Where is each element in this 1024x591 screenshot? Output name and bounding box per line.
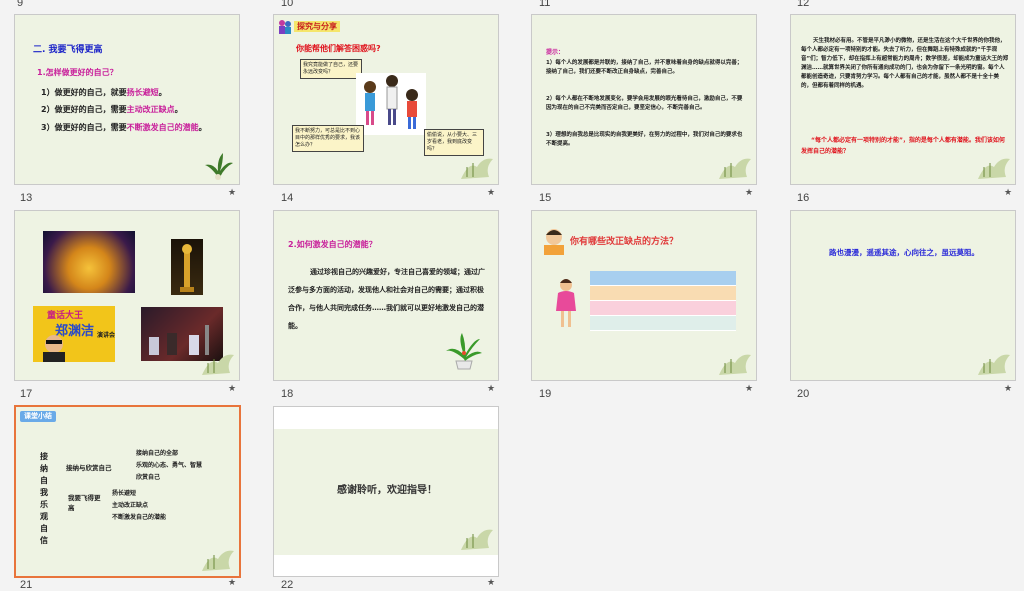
decoration-icon xyxy=(719,158,751,179)
slide-thumbnail-18[interactable]: 感谢聆听，欢迎指导！ xyxy=(273,406,499,577)
slide-star-icon: ★ xyxy=(487,384,496,394)
decoration-icon xyxy=(202,354,234,375)
slide-thumbnail-15[interactable]: 你有哪些改正缺点的方法？ xyxy=(531,210,757,381)
slide-title: 你有哪些改正缺点的方法？ xyxy=(570,237,679,247)
section-badge: 探究与分享 xyxy=(294,21,340,32)
answer-row xyxy=(590,316,736,331)
decoration-icon xyxy=(719,354,751,375)
summary-branch: 接纳与欣赏自己 xyxy=(66,464,112,472)
summary-vertical-title: 接纳自我乐观自信 xyxy=(40,452,48,545)
speech-bubble: 偷偷说，从小要大、三岁看老，我到底改变吗？ xyxy=(424,129,484,156)
slide-star-icon: ★ xyxy=(1004,188,1013,198)
speech-bubble: 我不断努力，可总是比不到心目中的那样优秀的要求，我该怎么办？ xyxy=(292,125,364,152)
cartoon-students xyxy=(356,73,426,135)
slide-star-icon: ★ xyxy=(228,578,237,588)
summary-items: 接纳自己的全部 乐观的心态、勇气、智慧 欣赏自己 xyxy=(136,450,203,481)
section-badge: 课堂小结 xyxy=(20,411,56,422)
photo-trophy xyxy=(171,239,203,295)
slide-star-icon: ★ xyxy=(1004,384,1013,394)
summary-items: 扬长避短 主动改正缺点 不断激发自己的潜能 xyxy=(112,490,167,521)
slide-star-icon: ★ xyxy=(487,188,496,198)
slide-star-icon: ★ xyxy=(228,384,237,394)
thank-you-text: 感谢聆听，欢迎指导！ xyxy=(337,485,437,496)
tip-label: 提示： xyxy=(546,49,565,56)
slide-star-icon: ★ xyxy=(228,188,237,198)
slide-paragraph: 1）每个人的发展都是并联的，接纳了自己，并不意味着自身的缺点就得以完善；接纳了自… xyxy=(546,60,743,75)
slide-thumbnail-13[interactable]: 童话大王 郑渊洁 演讲会 xyxy=(14,210,240,381)
slide-paragraph: 3）理想的自我总是比现实的自我更美好，在努力的过程中，我们对自己的要求也不断提高… xyxy=(546,132,743,147)
slide-line: 2）做更好的自己，需要主动改正缺点。 xyxy=(41,105,183,114)
answer-row xyxy=(590,286,736,301)
slide-number: 18 xyxy=(281,388,294,400)
summary-branch: 我要飞得更高 xyxy=(68,494,101,512)
slide-thumbnail-17[interactable]: 课堂小结 接纳自我乐观自信 接纳与欣赏自己 接纳自己的全部 乐观的心态、勇气、智慧… xyxy=(14,405,241,578)
slide-question: 你能帮他们解答困惑吗? xyxy=(296,44,381,53)
slide-number: 22 xyxy=(281,579,294,591)
slide-number: 16 xyxy=(797,192,810,204)
slide-star-icon: ★ xyxy=(745,188,754,198)
speech-bubble: 我究竟能做了自己，还要永远改变吗？ xyxy=(300,59,362,79)
slide-title: 二. 我要飞得更高 xyxy=(33,45,103,55)
photo-thousand-hand-dance xyxy=(43,231,135,293)
slide-line: 1）做更好的自己，就要扬长避短。 xyxy=(41,88,167,97)
slide-number: 12 xyxy=(797,0,810,9)
plant-icon xyxy=(205,153,233,180)
slide-number: 19 xyxy=(539,388,552,400)
decoration-icon xyxy=(461,529,493,550)
decoration-icon xyxy=(461,158,493,179)
slide-star-icon: ★ xyxy=(487,578,496,588)
photo-zheng-yuanjie: 童话大王 郑渊洁 演讲会 xyxy=(33,306,115,362)
slide-question: 1.怎样做更好的自己？ xyxy=(37,68,118,77)
slide-number: 20 xyxy=(797,388,810,400)
slide-number: 15 xyxy=(539,192,552,204)
slide-star-icon: ★ xyxy=(745,384,754,394)
slide-number: 11 xyxy=(539,0,551,9)
slide-thumbnail-10[interactable]: 探究与分享 你能帮他们解答困惑吗? 我究竟能做了自己，还要永远改变吗？ 我不断努… xyxy=(273,14,499,185)
slide-title: 2.如何激发自己的潜能？ xyxy=(288,240,377,249)
slide-thumbnail-11[interactable]: 提示： 1）每个人的发展都是并联的，接纳了自己，并不意味着自身的缺点就得以完善；… xyxy=(531,14,757,185)
slide-line: 3）做更好的自己，需要不断激发自己的潜能。 xyxy=(41,123,207,132)
answer-table xyxy=(590,271,736,331)
slide-number: 14 xyxy=(281,192,294,204)
slide-number: 17 xyxy=(20,388,33,400)
slide-paragraph: 通过珍视自己的兴趣爱好，专注自己喜爱的领域；通过广泛参与多方面的活动，发现他人和… xyxy=(288,268,485,330)
decoration-icon xyxy=(202,550,234,571)
potted-plant-icon xyxy=(446,333,482,370)
slide-paragraph: 2）每个人都在不断地发展变化，要学会用发展的眼光看待自己，激励自己，不要因为现在… xyxy=(546,96,743,111)
slide-number: 13 xyxy=(20,192,33,204)
slide-thumbnail-16[interactable]: 路也漫漫，遥遥其途，心向往之，虽远莫阻。 xyxy=(790,210,1016,381)
thinking-person-icon xyxy=(544,229,564,255)
students-icon xyxy=(279,20,291,34)
slide-thumbnail-12[interactable]: 天生我材必有用。不管是平凡渺小的微物，还是生活在这个大千世界的你我他，每个人都必… xyxy=(790,14,1016,185)
slide-text: 路也漫漫，遥遥其途，心向往之，虽远莫阻。 xyxy=(829,248,979,257)
answer-row xyxy=(590,271,736,286)
slide-thumbnail-14[interactable]: 2.如何激发自己的潜能？ 通过珍视自己的兴趣爱好，专注自己喜爱的领域；通过广泛参… xyxy=(273,210,499,381)
slide-number: 10 xyxy=(281,0,294,9)
girl-figure-icon xyxy=(556,279,576,327)
slide-number: 21 xyxy=(20,579,33,591)
decoration-icon xyxy=(978,354,1010,375)
slide-number: 9 xyxy=(17,0,24,9)
slide-thumbnail-9[interactable]: 二. 我要飞得更高 1.怎样做更好的自己？ 1）做更好的自己，就要扬长避短。 2… xyxy=(14,14,240,185)
decoration-icon xyxy=(978,158,1010,179)
slide-paragraph: 天生我材必有用。不管是平凡渺小的微物，还是生活在这个大千世界的你我他，每个人都必… xyxy=(801,38,1009,89)
answer-row xyxy=(590,301,736,316)
